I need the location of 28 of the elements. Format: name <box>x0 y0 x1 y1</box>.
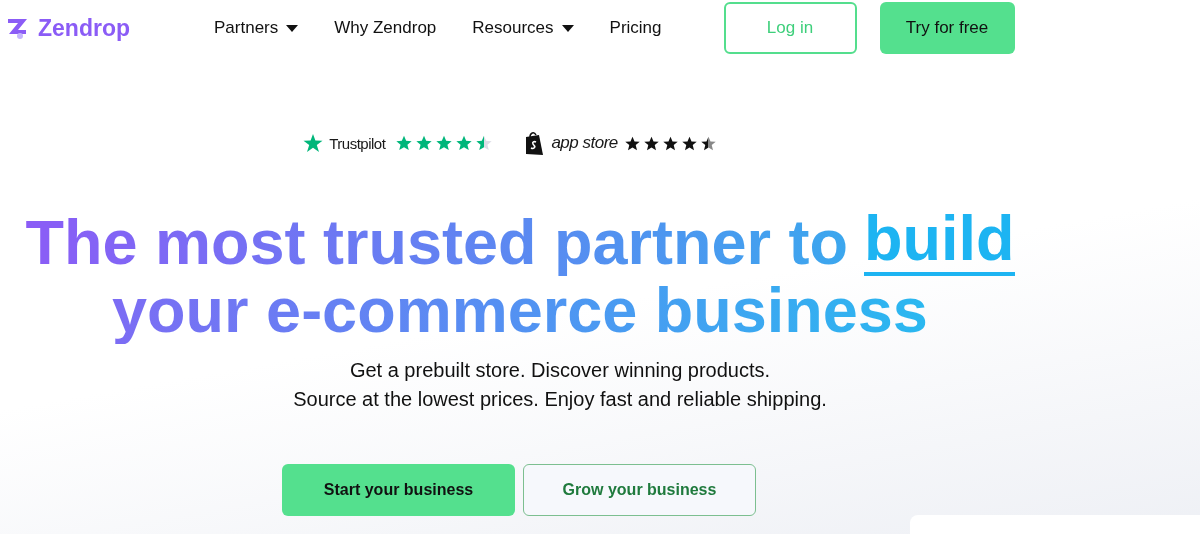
star-icon <box>475 134 494 152</box>
star-icon <box>680 134 698 152</box>
star-icon <box>303 133 324 153</box>
star-icon <box>661 134 679 152</box>
brand-name[interactable]: Zendrop <box>38 14 130 42</box>
star-icon <box>395 134 414 152</box>
star-icon <box>415 134 434 152</box>
nav-link[interactable]: Partners <box>214 18 299 38</box>
headline-highlight: build <box>864 208 1015 276</box>
shopping-bag-icon <box>523 130 546 156</box>
grow-business-button[interactable]: Grow your business <box>523 464 756 516</box>
star-icon <box>623 134 641 152</box>
rating-source: Trustpilot <box>329 134 386 152</box>
start-business-button[interactable]: Start your business <box>282 464 515 516</box>
caret-icon <box>561 24 574 32</box>
logo-icon <box>6 16 30 40</box>
rating-source: app store <box>551 133 618 153</box>
caret-icon <box>286 24 299 32</box>
star-icon <box>642 134 660 152</box>
star-icon <box>699 134 717 152</box>
star-icon <box>435 134 454 152</box>
star-icon <box>455 134 474 152</box>
subheadline: Source at the lowest prices. Enjoy fast and reliable shipping. <box>292 387 828 412</box>
nav-link[interactable]: Resources <box>472 18 574 38</box>
nav-link[interactable]: Why Zendrop <box>334 18 437 38</box>
nav-link[interactable]: Pricing <box>609 18 662 38</box>
subheadline: Get a prebuilt store. Discover winning products. <box>348 358 772 383</box>
try-free-button[interactable]: Try for free <box>879 2 1015 54</box>
